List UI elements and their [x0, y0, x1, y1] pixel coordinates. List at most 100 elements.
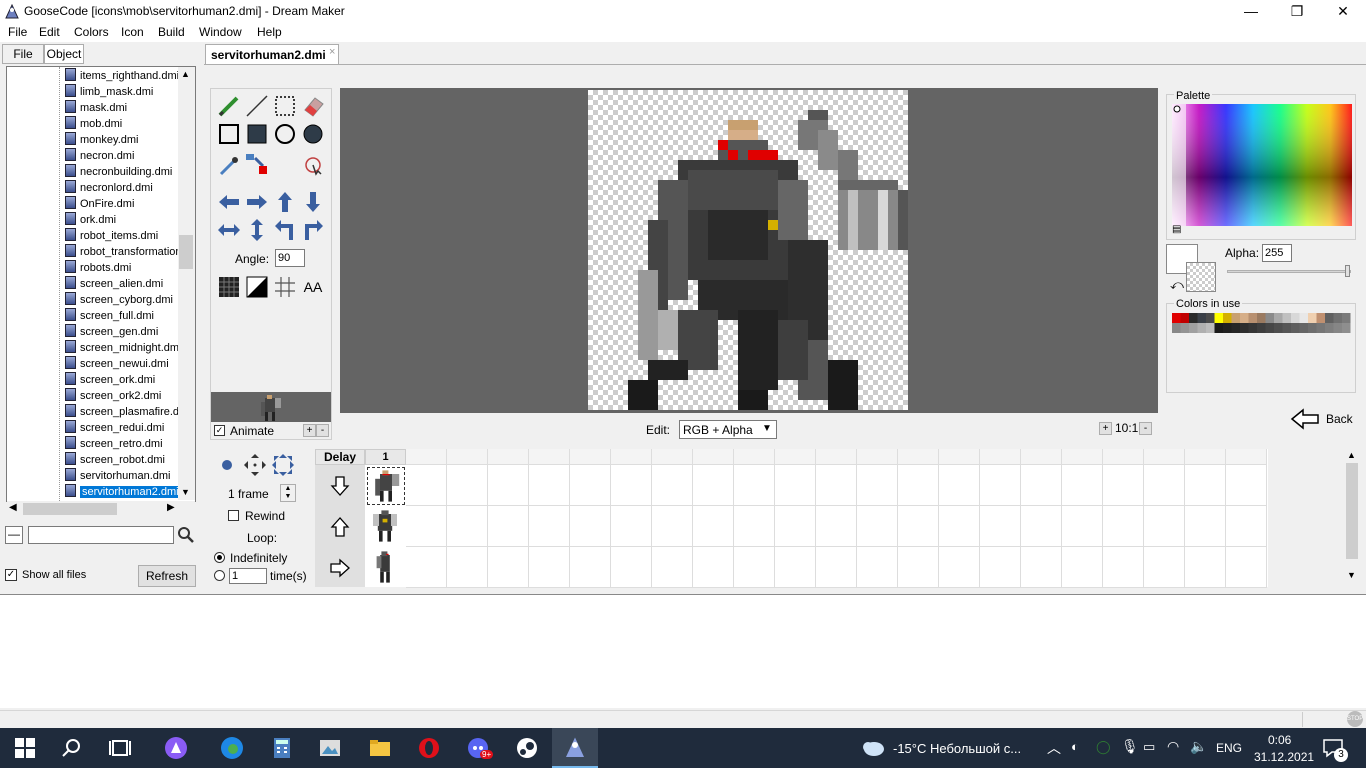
menu-icon[interactable]: Icon: [121, 25, 144, 39]
file-item[interactable]: screen_robot.dmi: [65, 452, 165, 468]
frame-cell[interactable]: [857, 547, 898, 588]
color-swatch[interactable]: [1325, 323, 1334, 333]
frame-cell[interactable]: [816, 547, 857, 588]
back-label[interactable]: Back: [1326, 412, 1353, 426]
speed-plus-button[interactable]: +: [303, 424, 316, 437]
swap-colors-icon[interactable]: ⤺: [1170, 277, 1184, 293]
color-swatch[interactable]: [1172, 313, 1181, 323]
frame-cell[interactable]: [693, 506, 734, 547]
wifi-icon[interactable]: ◠: [1167, 738, 1179, 755]
menu-file[interactable]: File: [8, 25, 27, 39]
pencil-icon[interactable]: [217, 94, 241, 118]
scroll-down-icon[interactable]: ▼: [181, 487, 190, 497]
secondary-color-swatch[interactable]: [1186, 262, 1216, 292]
clock-time[interactable]: 0:06: [1268, 733, 1291, 747]
frames-scroll-up-icon[interactable]: ▲: [1347, 450, 1356, 460]
opera-icon[interactable]: [417, 736, 441, 760]
color-swatch[interactable]: [1248, 313, 1258, 323]
frame-cell[interactable]: [529, 547, 570, 588]
frame-cell-down[interactable]: [367, 467, 405, 505]
color-swatch[interactable]: [1223, 323, 1232, 333]
color-swatch[interactable]: [1274, 323, 1283, 333]
file-item[interactable]: necronlord.dmi: [65, 180, 153, 196]
frame-cell[interactable]: [734, 506, 775, 547]
antialias-toggle[interactable]: AA: [301, 275, 325, 299]
frame-cell[interactable]: [652, 465, 693, 506]
color-swatch[interactable]: [1206, 313, 1215, 323]
frame-cell[interactable]: [488, 547, 529, 588]
color-swatch[interactable]: [1333, 313, 1343, 323]
color-swatch[interactable]: [1197, 323, 1207, 333]
minimize-button[interactable]: —: [1228, 0, 1274, 24]
search-input[interactable]: [28, 526, 174, 544]
frame-cell[interactable]: [611, 506, 652, 547]
color-swatch[interactable]: [1291, 323, 1300, 333]
indefinitely-radio[interactable]: [214, 552, 225, 563]
frame-cell[interactable]: [939, 506, 980, 547]
frame-cell[interactable]: [1185, 465, 1226, 506]
frame-cell[interactable]: [1226, 465, 1267, 506]
frame-cell[interactable]: [816, 465, 857, 506]
frame-cell[interactable]: [1185, 506, 1226, 547]
refresh-button[interactable]: Refresh: [138, 565, 196, 587]
frame-cell-right[interactable]: [367, 549, 405, 587]
frame-cell[interactable]: [1226, 547, 1267, 588]
frame-cell[interactable]: [1021, 547, 1062, 588]
frame-vscrollbar[interactable]: ▲ ▼: [1344, 449, 1360, 585]
color-swatch[interactable]: [1180, 323, 1190, 333]
file-item[interactable]: screen_midnight.dm: [65, 340, 179, 356]
frame-cell[interactable]: [652, 547, 693, 588]
dir-up-icon[interactable]: [330, 516, 350, 538]
frame-cell[interactable]: [1062, 465, 1103, 506]
calculator-icon[interactable]: [270, 736, 294, 760]
eyedropper-icon[interactable]: [217, 154, 241, 178]
color-swatch[interactable]: [1342, 313, 1351, 323]
loop-times-input[interactable]: [229, 568, 267, 584]
file-item[interactable]: robot_items.dmi: [65, 228, 158, 244]
arrow-right-icon[interactable]: [245, 190, 269, 214]
file-item[interactable]: screen_ork.dmi: [65, 372, 155, 388]
arrow-up-icon[interactable]: [273, 190, 297, 214]
file-item[interactable]: screen_newui.dmi: [65, 356, 169, 372]
color-swatch[interactable]: [1282, 313, 1292, 323]
file-item[interactable]: monkey.dmi: [65, 132, 138, 148]
file-item[interactable]: screen_retro.dmi: [65, 436, 163, 452]
frames-scroll-down-icon[interactable]: ▼: [1347, 570, 1356, 580]
color-swatch[interactable]: [1299, 313, 1309, 323]
file-item[interactable]: screen_cyborg.dmi: [65, 292, 173, 308]
color-swatch[interactable]: [1172, 323, 1181, 333]
frame-cell[interactable]: [1062, 506, 1103, 547]
color-swatch[interactable]: [1214, 323, 1224, 333]
menu-colors[interactable]: Colors: [74, 25, 109, 39]
edge-icon[interactable]: [220, 736, 244, 760]
frame-cell[interactable]: [898, 547, 939, 588]
alpha-input[interactable]: [1262, 244, 1292, 262]
search-icon[interactable]: [176, 525, 196, 545]
animate-checkbox[interactable]: ✓: [214, 425, 225, 436]
color-swatch[interactable]: [1231, 323, 1241, 333]
frame-cell[interactable]: [1103, 465, 1144, 506]
alpha-slider-thumb[interactable]: [1345, 265, 1350, 277]
frame-cell[interactable]: [488, 506, 529, 547]
frame-cell[interactable]: [406, 547, 447, 588]
file-item[interactable]: necronbuilding.dmi: [65, 164, 172, 180]
line-icon[interactable]: [245, 94, 269, 118]
frame-cell[interactable]: [611, 465, 652, 506]
directions-4-icon[interactable]: [242, 452, 268, 478]
document-tab[interactable]: servitorhuman2.dmi ×: [205, 44, 339, 65]
colors-in-use-swatches[interactable]: [1172, 313, 1352, 343]
file-item[interactable]: items_righthand.dmi: [65, 68, 179, 84]
frame-cell[interactable]: [1021, 465, 1062, 506]
file-item[interactable]: mob.dmi: [65, 116, 122, 132]
angle-input[interactable]: [275, 249, 305, 267]
tree-vscroll-thumb[interactable]: [179, 235, 193, 269]
tree-hscrollbar[interactable]: ◀ ▶: [7, 501, 195, 517]
frame-cell[interactable]: [1062, 547, 1103, 588]
color-swatch[interactable]: [1248, 323, 1258, 333]
tab-file[interactable]: File: [2, 44, 44, 64]
frame-cell[interactable]: [1021, 506, 1062, 547]
frame-cell-up[interactable]: [367, 508, 405, 546]
frame-grid[interactable]: [406, 449, 1268, 588]
directions-8-icon[interactable]: [270, 452, 296, 478]
color-swatch[interactable]: [1231, 313, 1241, 323]
